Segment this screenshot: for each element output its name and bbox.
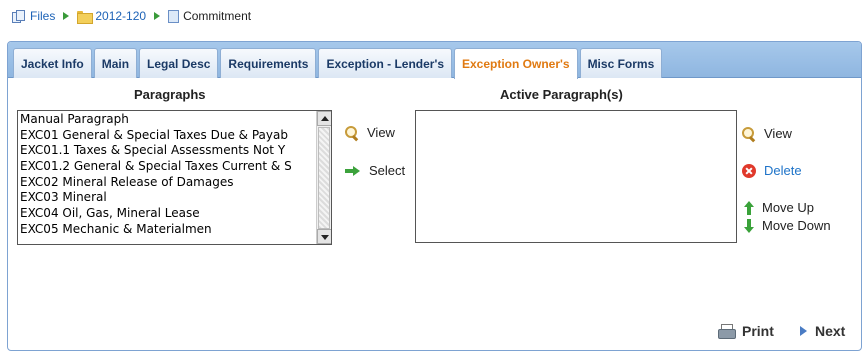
delete-button[interactable]: Delete	[742, 163, 802, 178]
view-active-label: View	[764, 126, 792, 141]
list-item[interactable]: EXC03 Mineral	[20, 190, 314, 206]
move-up-button[interactable]: Move Up	[744, 200, 814, 215]
print-button[interactable]: Print	[718, 323, 774, 339]
move-down-button[interactable]: Move Down	[744, 218, 831, 233]
view-paragraph-button[interactable]: View	[345, 125, 395, 140]
tab-legal-desc[interactable]: Legal Desc	[139, 48, 219, 78]
delete-icon	[742, 163, 756, 178]
next-label: Next	[815, 323, 846, 339]
select-label: Select	[369, 163, 406, 178]
commitment-panel: Jacket Info Main Legal Desc Requirements…	[7, 41, 862, 351]
list-item[interactable]: EXC01 General & Special Taxes Due & Paya…	[20, 128, 314, 144]
right-arrow-icon	[345, 165, 361, 176]
down-arrow-icon	[744, 218, 754, 233]
list-item[interactable]: EXC04 Oil, Gas, Mineral Lease	[20, 206, 314, 222]
tab-exception-owners[interactable]: Exception Owner's	[454, 48, 578, 79]
tab-bar: Jacket Info Main Legal Desc Requirements…	[8, 42, 861, 79]
view-active-button[interactable]: View	[742, 126, 792, 141]
active-paragraphs-listbox[interactable]	[415, 110, 737, 243]
folder-icon	[77, 10, 94, 24]
magnifier-icon	[742, 126, 756, 141]
files-icon	[12, 9, 26, 23]
breadcrumb: Files 2012-120 Commitment	[12, 8, 251, 24]
view-label: View	[367, 125, 395, 140]
active-paragraphs-heading: Active Paragraph(s)	[500, 87, 623, 102]
up-arrow-icon	[744, 200, 754, 215]
document-icon	[168, 9, 180, 23]
move-up-label: Move Up	[762, 200, 815, 215]
scroll-thumb[interactable]	[318, 127, 330, 229]
list-item[interactable]: EXC01.2 General & Special Taxes Current …	[20, 159, 314, 175]
listbox-scrollbar[interactable]	[316, 111, 331, 244]
printer-icon	[718, 324, 736, 339]
scroll-up-icon[interactable]	[317, 111, 331, 126]
paragraphs-heading: Paragraphs	[134, 87, 206, 102]
move-down-label: Move Down	[762, 218, 831, 233]
select-paragraph-button[interactable]: Select	[345, 163, 405, 178]
tab-misc-forms[interactable]: Misc Forms	[579, 48, 663, 78]
tab-requirements[interactable]: Requirements	[220, 48, 317, 78]
list-item[interactable]: Manual Paragraph	[20, 112, 314, 128]
tab-jacket-info[interactable]: Jacket Info	[13, 48, 92, 78]
list-item[interactable]: EXC02 Mineral Release of Damages	[20, 175, 314, 191]
scroll-down-icon[interactable]	[317, 229, 331, 244]
paragraphs-listbox[interactable]: Manual Paragraph EXC01 General & Special…	[17, 110, 332, 245]
breadcrumb-files-link[interactable]: Files	[30, 9, 55, 23]
play-arrow-icon	[800, 326, 807, 336]
tab-main[interactable]: Main	[93, 48, 138, 78]
print-label: Print	[742, 323, 774, 339]
breadcrumb-arrow-icon	[63, 12, 70, 20]
breadcrumb-current: Commitment	[183, 9, 252, 23]
list-item[interactable]: EXC05 Mechanic & Materialmen	[20, 222, 314, 238]
delete-label: Delete	[764, 163, 802, 178]
magnifier-icon	[345, 125, 359, 140]
breadcrumb-folder-link[interactable]: 2012-120	[95, 9, 146, 23]
tab-exception-lenders[interactable]: Exception - Lender's	[318, 48, 452, 78]
breadcrumb-arrow-icon	[154, 12, 161, 20]
list-item[interactable]: EXC01.1 Taxes & Special Assessments Not …	[20, 143, 314, 159]
next-button[interactable]: Next	[800, 323, 845, 339]
